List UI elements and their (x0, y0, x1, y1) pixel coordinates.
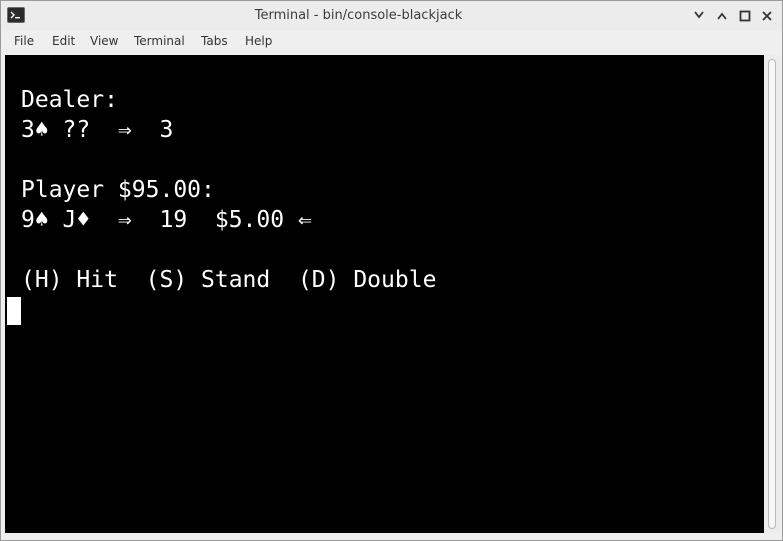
text-cursor (7, 297, 21, 325)
menu-terminal[interactable]: Terminal (134, 34, 185, 48)
action-prompt: (H) Hit (S) Stand (D) Double (21, 267, 437, 293)
menu-file[interactable]: File (14, 34, 34, 48)
terminal-window: Terminal - bin/console-blackjack File Ed… (0, 0, 783, 541)
maximize-icon[interactable] (736, 7, 754, 25)
menu-edit[interactable]: Edit (52, 34, 75, 48)
player-label: Player $95.00: (21, 177, 215, 203)
menu-help[interactable]: Help (245, 34, 272, 48)
window-title: Terminal - bin/console-blackjack (254, 8, 463, 23)
player-hand: 9♠ J♦ ⇒ 19 $5.00 ⇐ (21, 207, 312, 233)
menu-view[interactable]: View (90, 34, 118, 48)
close-icon[interactable] (758, 7, 776, 25)
menu-bar: File Edit View Terminal Tabs Help (1, 31, 782, 53)
restore-down-icon[interactable] (713, 7, 731, 25)
scrollbar-thumb[interactable] (768, 59, 776, 529)
title-bar[interactable]: Terminal - bin/console-blackjack (1, 1, 782, 31)
dealer-hand: 3♠ ?? ⇒ 3 (21, 117, 174, 143)
menu-tabs[interactable]: Tabs (201, 34, 228, 48)
dealer-label: Dealer: (21, 87, 118, 113)
vertical-scrollbar[interactable] (764, 55, 781, 533)
minimize-icon[interactable] (690, 7, 708, 25)
terminal-output[interactable]: Dealer: 3♠ ?? ⇒ 3 Player $95.00: 9♠ J♦ ⇒… (5, 55, 764, 533)
